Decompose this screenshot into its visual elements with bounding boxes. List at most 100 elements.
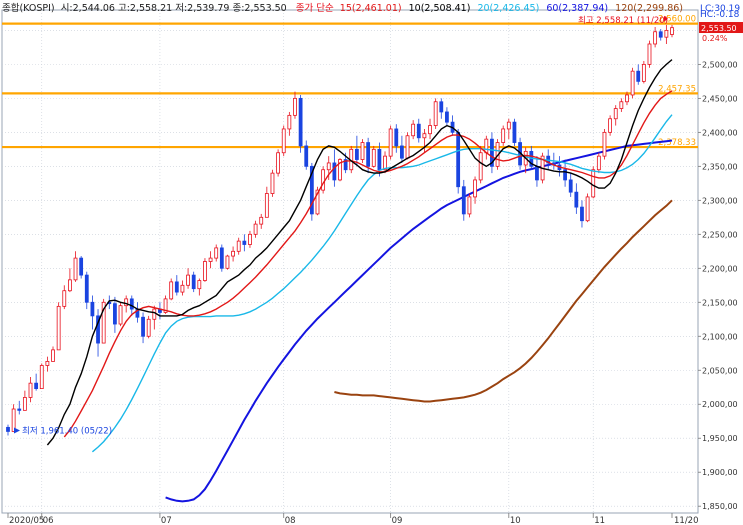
legend-ma20: 20(2,426.45) xyxy=(477,3,539,14)
x-tick-label: 11/20 xyxy=(674,516,699,525)
candle-body xyxy=(146,318,151,337)
candle-body xyxy=(512,121,517,143)
candle-body xyxy=(28,382,33,398)
candle-body xyxy=(580,206,584,222)
candle-body xyxy=(596,155,601,171)
candle-body xyxy=(506,121,511,130)
candle-body xyxy=(197,280,202,290)
y-tick-label: 2,350,00 xyxy=(702,162,738,171)
candle-body xyxy=(501,128,506,143)
candle-body xyxy=(433,101,438,126)
y-tick-label: 2,150,00 xyxy=(702,298,738,307)
change-pct: 0.24% xyxy=(702,34,728,43)
candle-body xyxy=(152,308,157,320)
candle-body xyxy=(670,27,674,35)
candle-body xyxy=(191,274,196,290)
candle-body xyxy=(129,298,134,310)
candle-body xyxy=(473,179,477,198)
candle-body xyxy=(388,128,393,157)
candle-body xyxy=(304,145,309,167)
candle-body xyxy=(366,142,371,167)
y-tick-label: 2,200,00 xyxy=(702,264,738,273)
candle-body xyxy=(613,108,618,120)
candle-body xyxy=(467,196,472,215)
candle-body xyxy=(141,316,145,337)
index-title: 종합(KOSPI) xyxy=(2,3,55,14)
candle-body xyxy=(326,162,331,171)
support-line-label: 2,457.35 xyxy=(658,84,696,94)
candle-body xyxy=(248,233,252,245)
candle-body xyxy=(22,397,27,411)
candle-body xyxy=(259,216,264,225)
candle-body xyxy=(399,145,404,159)
x-tick-label: 06 xyxy=(43,516,54,525)
candle-body xyxy=(276,152,281,174)
candle-body xyxy=(636,70,641,82)
candle-body xyxy=(461,186,466,215)
candle-body xyxy=(422,133,427,139)
y-tick-label: 2,500,00 xyxy=(702,60,738,69)
candle-body xyxy=(62,290,67,307)
candle-body xyxy=(225,255,230,269)
hc-value: HC:-0.18 xyxy=(700,10,740,20)
candle-body xyxy=(641,63,646,82)
candle-body xyxy=(219,247,224,269)
candle-body xyxy=(360,142,365,160)
candle-body xyxy=(231,250,235,257)
y-tick-label: 2,450,00 xyxy=(702,94,738,103)
x-tick-label: 2020/05 xyxy=(9,516,44,525)
support-line-label: 2,378.33 xyxy=(658,138,696,148)
x-tick-label: 10 xyxy=(510,516,521,525)
candle-body xyxy=(371,148,376,167)
candle-body xyxy=(478,152,483,181)
ohlc-values: 시:2,544.06 고:2,558.21 저:2,539.79 종:2,553… xyxy=(61,3,287,14)
candle-body xyxy=(73,257,78,281)
candle-body xyxy=(428,125,432,135)
y-tick-label: 2,400,00 xyxy=(702,128,738,137)
candle-body xyxy=(445,111,449,123)
legend-ma10: 10(2,508.41) xyxy=(409,3,471,14)
candle-body xyxy=(113,303,117,325)
candle-body xyxy=(484,138,489,154)
candle-body xyxy=(354,148,359,160)
low-annotation: 최저 1,961.40 (05/22) xyxy=(22,425,112,436)
candle-body xyxy=(118,305,123,325)
x-tick-label: 11 xyxy=(594,516,605,525)
x-tick-label: 09 xyxy=(392,516,403,525)
candle-body xyxy=(585,196,590,222)
candle-body xyxy=(625,94,629,103)
legend-ma15: 15(2,461.01) xyxy=(340,3,402,14)
y-tick-label: 1,900,00 xyxy=(702,468,738,477)
candle-body xyxy=(332,162,337,181)
candle-body xyxy=(647,43,652,65)
candle-body xyxy=(658,31,663,38)
candle-body xyxy=(242,240,247,245)
candle-body xyxy=(416,123,421,139)
candle-body xyxy=(203,261,207,281)
candle-body xyxy=(270,172,275,194)
candle-body xyxy=(664,29,669,38)
candle-body xyxy=(84,274,89,303)
candle-body xyxy=(377,148,382,171)
candle-body xyxy=(321,169,326,191)
legend: 종합(KOSPI) 시:2,544.06 고:2,558.21 저:2,539.… xyxy=(2,3,683,14)
candle-body xyxy=(394,128,399,147)
candle-body xyxy=(208,257,213,262)
y-tick-label: 2,300,00 xyxy=(702,196,738,205)
candle-body xyxy=(253,223,258,235)
candle-body xyxy=(568,179,573,193)
y-tick-label: 2,050,00 xyxy=(702,366,738,375)
candle-body xyxy=(39,365,44,390)
candle-body xyxy=(169,281,174,300)
candle-body xyxy=(264,193,269,218)
candle-body xyxy=(236,240,241,252)
candle-body xyxy=(411,123,416,137)
candle-body xyxy=(298,97,303,147)
stock-chart[interactable]: 2,560.002,457.352,378.33 1,850,001,900,0… xyxy=(0,0,743,525)
y-tick-label: 2,100,00 xyxy=(702,332,738,341)
y-tick-label: 1,950,00 xyxy=(702,434,738,443)
candle-body xyxy=(79,257,84,276)
y-tick-label: 1,850,00 xyxy=(702,502,738,511)
legend-ma60: 60(2,387.94) xyxy=(546,3,608,14)
candle-body xyxy=(619,101,624,109)
